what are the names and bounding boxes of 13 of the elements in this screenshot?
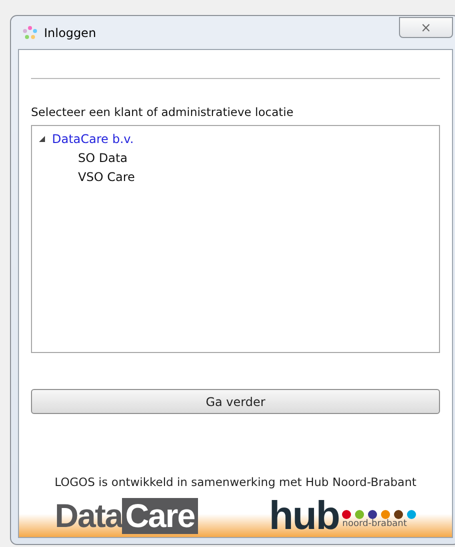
hub-logo: hub noord-brabant bbox=[268, 498, 416, 534]
tree-item[interactable]: SO Data bbox=[78, 150, 128, 164]
close-button[interactable]: ⨯ bbox=[399, 17, 453, 38]
tree-item[interactable]: DataCare b.v. bbox=[52, 132, 134, 146]
tree-item[interactable]: VSO Care bbox=[78, 170, 135, 184]
tree-view[interactable]: DataCare b.v. SO Data VSO Care bbox=[31, 125, 440, 353]
expanded-triangle-icon[interactable] bbox=[38, 134, 46, 142]
datacare-logo: DataCare bbox=[54, 498, 198, 534]
credits-text: LOGOS is ontwikkeld in samenwerking met Hub Noord-Brabant bbox=[54, 475, 418, 489]
continue-button[interactable]: Ga verder bbox=[31, 389, 440, 414]
flower-icon bbox=[22, 24, 38, 40]
prompt-label: Selecteer een klant of administratieve locatie bbox=[31, 105, 294, 119]
window-title: Inloggen bbox=[44, 26, 96, 40]
